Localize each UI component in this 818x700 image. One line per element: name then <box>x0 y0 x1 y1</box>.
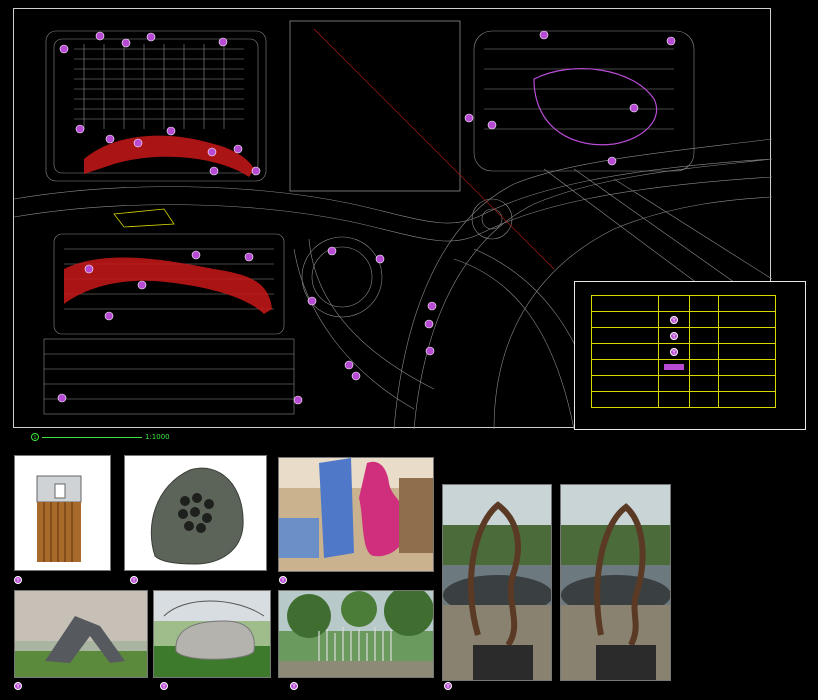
legend-quantity <box>689 295 719 312</box>
legend-note <box>718 327 776 344</box>
legend-name <box>591 391 659 408</box>
legend-box: YYY <box>574 281 806 430</box>
legend-note <box>718 343 776 360</box>
legend-symbol: Y <box>658 327 690 344</box>
legend-name <box>591 311 659 328</box>
marker-icon: Y <box>670 331 678 340</box>
legend-symbol: Y <box>658 343 690 360</box>
red-paving-lower <box>64 257 272 314</box>
legend-note <box>718 295 776 312</box>
marker-icon: Y <box>14 682 22 690</box>
legend-quantity <box>689 391 719 408</box>
gate-sculpture-photo <box>14 590 148 678</box>
legend-quantity <box>689 343 719 360</box>
caption-gate-sculpture: Y <box>14 682 25 690</box>
legend-row: Y <box>591 327 776 344</box>
legend-name <box>591 375 659 392</box>
drawing-scale: 1:1000 <box>145 433 170 441</box>
marker-icon: Y <box>444 682 452 690</box>
legend-quantity <box>689 311 719 328</box>
legend-name <box>591 295 659 312</box>
legend-symbol: Y <box>658 311 690 328</box>
marker-icon: Y <box>279 576 287 584</box>
drawing-number-icon: 1 <box>31 433 39 441</box>
legend-symbol <box>658 391 690 408</box>
caption-stone-entrance: Y <box>160 682 171 690</box>
caption-rock-speaker: Y <box>130 576 141 584</box>
legend-table: YYY <box>591 295 776 408</box>
legend-symbol <box>658 359 690 376</box>
legend-row: Y <box>591 311 776 328</box>
legend-name <box>591 359 659 376</box>
legend-row: Y <box>591 343 776 360</box>
pole-installation-photo <box>278 590 434 678</box>
legend-row <box>591 391 776 408</box>
caption-sculpture-1: Y <box>444 682 455 690</box>
caption-pole-installation: Y <box>290 682 301 690</box>
marker-icon: Y <box>160 682 168 690</box>
legend-row <box>591 359 776 376</box>
legend-symbol <box>658 295 690 312</box>
marker-icon: Y <box>670 347 678 356</box>
legend-note <box>718 311 776 328</box>
sculpture-photo-1 <box>442 484 552 681</box>
legend-note <box>718 391 776 408</box>
legend-quantity <box>689 359 719 376</box>
building-outline <box>533 68 658 146</box>
legend-row <box>591 375 776 392</box>
sculpture-photo-2 <box>560 484 671 681</box>
marker-icon: Y <box>14 576 22 584</box>
legend-name <box>591 343 659 360</box>
caption-trash-bin: Y <box>14 576 25 584</box>
rock-speaker-photo <box>124 455 267 571</box>
legend-swatch <box>664 363 684 370</box>
sign-board-photo <box>278 457 434 572</box>
marker-icon: Y <box>670 315 678 324</box>
legend-symbol <box>658 375 690 392</box>
trash-bin-photo <box>14 455 111 571</box>
caption-sign-board: Y <box>279 576 290 584</box>
legend-note <box>718 359 776 376</box>
stone-entrance-photo <box>153 590 271 678</box>
marker-icon: Y <box>290 682 298 690</box>
drawing-title-underline <box>42 436 142 438</box>
legend-name <box>591 327 659 344</box>
legend-note <box>718 375 776 392</box>
drawing-title: 1 1:1000 <box>31 433 170 441</box>
legend-quantity <box>689 375 719 392</box>
marker-icon: Y <box>130 576 138 584</box>
legend-quantity <box>689 327 719 344</box>
legend-row <box>591 295 776 312</box>
